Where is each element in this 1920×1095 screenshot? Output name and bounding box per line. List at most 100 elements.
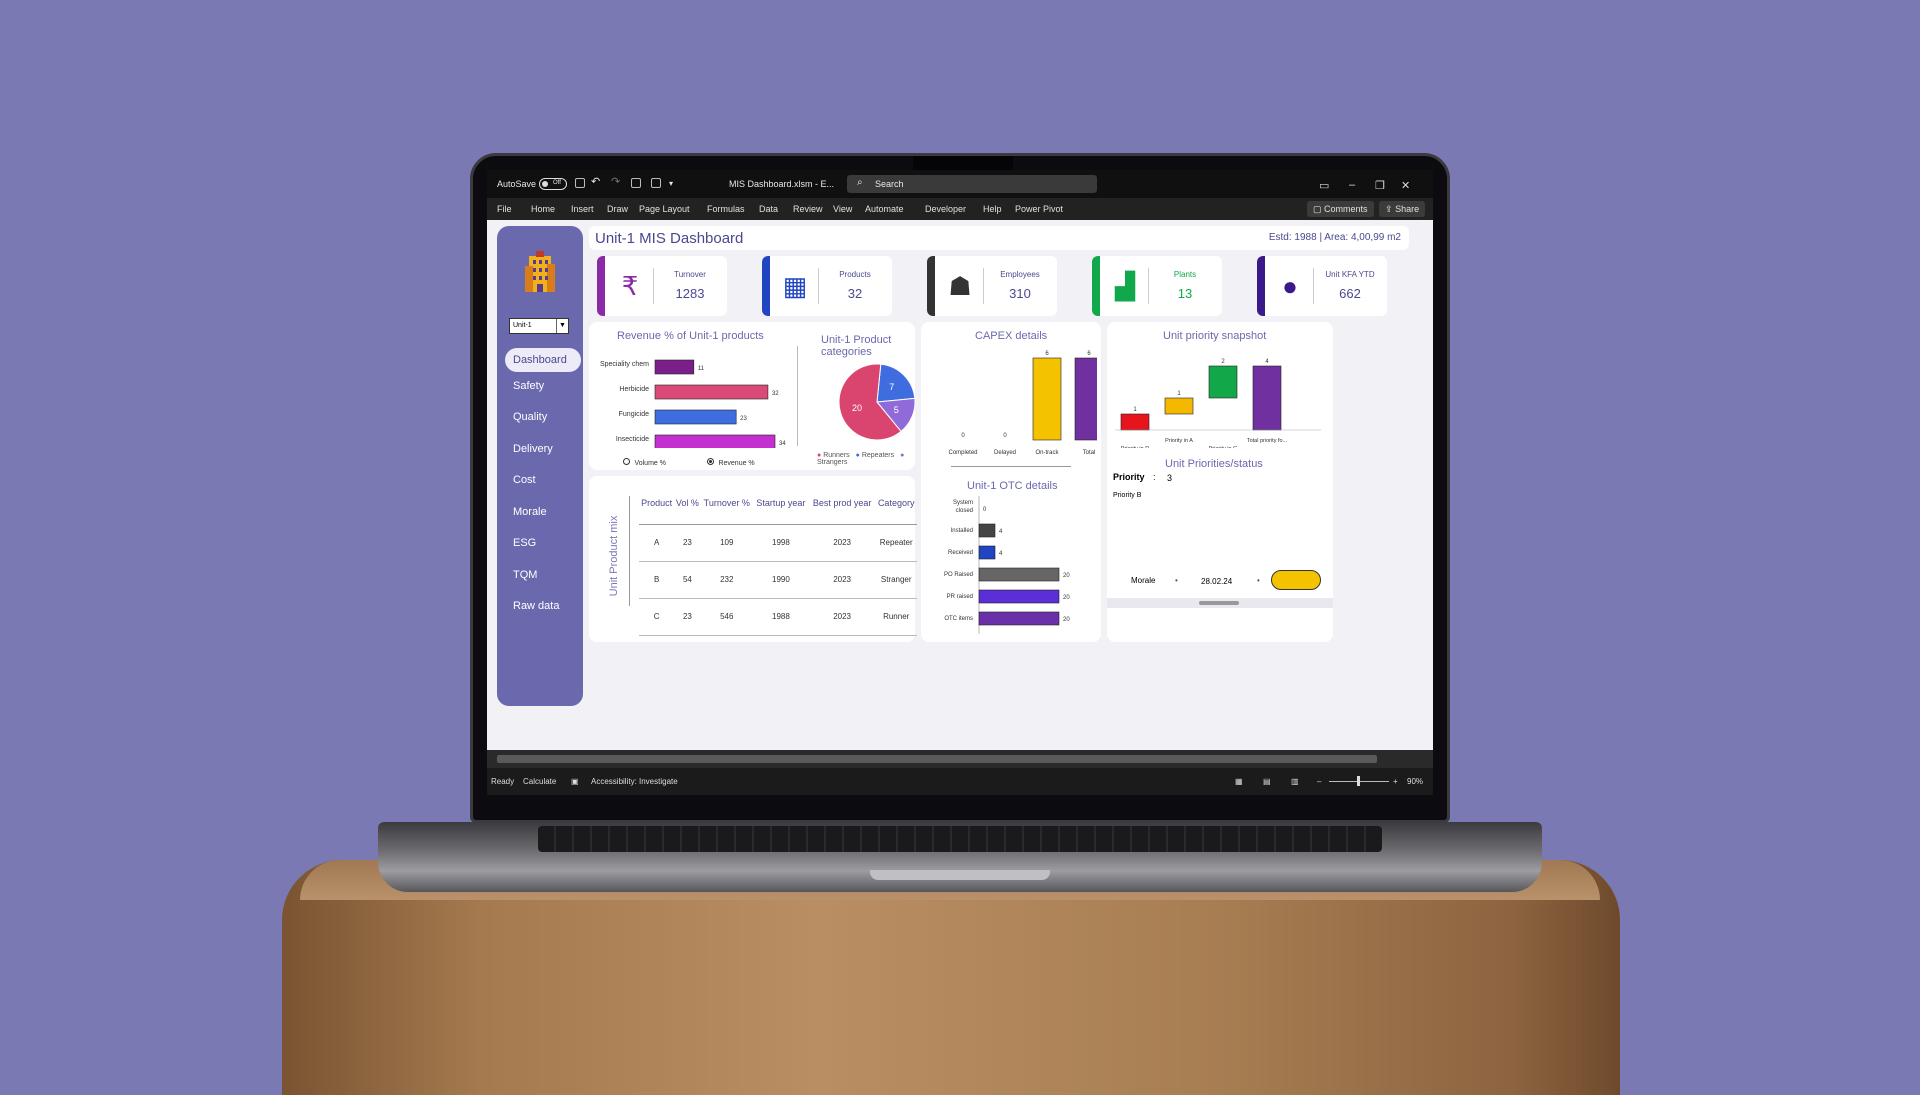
kpi-accent-bar: [1092, 256, 1100, 316]
sidebar-item-esg[interactable]: ESG: [513, 537, 536, 549]
divider: [983, 268, 984, 304]
table-cell: Repeater: [875, 524, 917, 562]
scrollbar-thumb[interactable]: [497, 755, 1377, 763]
tab-view[interactable]: View: [833, 204, 852, 214]
priority-value-label: 1: [1133, 407, 1137, 413]
share-label: Share: [1395, 204, 1420, 214]
zoom-slider-thumb[interactable]: [1357, 776, 1360, 786]
tab-developer[interactable]: Developer: [925, 204, 966, 214]
revenue-chart-title: Revenue % of Unit-1 products: [617, 330, 764, 342]
macro-icon[interactable]: ▣: [571, 777, 579, 786]
minimize-icon[interactable]: –: [1349, 179, 1355, 191]
ribbon-display-icon[interactable]: ▭: [1319, 179, 1329, 192]
sidebar-item-safety[interactable]: Safety: [513, 380, 544, 392]
table-cell: 546: [700, 598, 754, 636]
page-break-icon[interactable]: ▥: [1291, 777, 1299, 786]
search-input[interactable]: ⌕ Search: [847, 175, 1097, 193]
comment-icon: ▢: [1313, 204, 1322, 214]
tab-help[interactable]: Help: [983, 204, 1002, 214]
priority-value-label: 1: [1177, 391, 1181, 397]
accessibility-status[interactable]: Accessibility: Investigate: [591, 777, 678, 786]
tab-page-layout[interactable]: Page Layout: [639, 204, 690, 214]
sidebar-item-tqm[interactable]: TQM: [513, 569, 537, 581]
boxes-icon: ▦: [782, 271, 808, 301]
capex-bar-chart: 0 Completed 0 Delayed 6 On-track 6 Total: [948, 351, 1097, 456]
unit-info: Estd: 1988 | Area: 4,00,99 m2: [1268, 232, 1401, 243]
status-ready: Ready: [491, 777, 515, 786]
product-mix-table: Product Vol % Turnover % Startup year Best p…: [639, 482, 917, 636]
table-cell: 1998: [753, 524, 809, 562]
revenue-radio[interactable]: Revenue %: [707, 452, 755, 470]
sidebar-item-delivery[interactable]: Delivery: [513, 443, 553, 455]
scroll-thumb[interactable]: [1199, 601, 1239, 605]
pie-legend: ● Runners ● Repeaters ● Strangers: [817, 452, 915, 466]
table-cell: 54: [674, 561, 701, 599]
product-mix-card: Unit Product mix Product Vol % Turnover % S…: [589, 476, 917, 642]
sidebar-item-cost[interactable]: Cost: [513, 474, 536, 486]
capex-value-label: 0: [961, 433, 965, 439]
qat-more-icon[interactable]: ▾: [669, 179, 673, 188]
kpi-label: Plants: [1173, 270, 1197, 279]
otc-value-label: 4: [999, 529, 1003, 535]
horizontal-scrollbar[interactable]: [487, 750, 1433, 768]
product-mix-label-box: Unit Product mix: [599, 486, 629, 632]
sidebar-item-dashboard[interactable]: Dashboard: [505, 348, 581, 372]
tab-review[interactable]: Review: [793, 204, 823, 214]
normal-view-icon[interactable]: ▦: [1235, 777, 1243, 786]
comments-button[interactable]: ▢ Comments: [1307, 201, 1374, 217]
priority-waterfall-chart: 1 Priority in R 1 Priority in A 2 Priority in…: [1115, 359, 1321, 448]
format-icon[interactable]: [631, 178, 641, 188]
tab-automate[interactable]: Automate: [865, 204, 904, 214]
bar-value-label: 11: [698, 366, 705, 372]
table-row: B 54 232 1990 2023 Stranger: [639, 561, 917, 599]
tab-draw[interactable]: Draw: [607, 204, 628, 214]
sidebar-item-morale[interactable]: Morale: [513, 506, 547, 518]
priority-status-title: Unit Priorities/status: [1165, 458, 1263, 470]
undo-icon[interactable]: ↶: [591, 175, 600, 188]
trackpad-notch: [870, 870, 1050, 880]
kpi-card-plants: ▟ Plants 13: [1092, 256, 1222, 316]
border-icon[interactable]: [651, 178, 661, 188]
zoom-in-icon[interactable]: +: [1393, 777, 1398, 786]
save-icon[interactable]: [575, 178, 585, 188]
tab-file[interactable]: File: [497, 204, 512, 214]
kpi-value: 32: [847, 286, 863, 301]
zoom-out-icon[interactable]: –: [1317, 777, 1321, 786]
tab-data[interactable]: Data: [759, 204, 778, 214]
close-icon[interactable]: ✕: [1401, 179, 1410, 192]
table-cell: B: [639, 561, 675, 599]
otc-category-label: PO Raised: [944, 572, 973, 578]
legend-label: Strangers: [817, 459, 848, 466]
tab-power-pivot[interactable]: Power Pivot: [1015, 204, 1063, 214]
status-calculate[interactable]: Calculate: [523, 777, 556, 786]
divider: [818, 268, 819, 304]
kpi-accent-bar: [927, 256, 935, 316]
divider: [653, 268, 654, 304]
legend-label: Runners: [823, 452, 850, 459]
tab-insert[interactable]: Insert: [571, 204, 594, 214]
redo-icon[interactable]: ↷: [611, 175, 620, 188]
kpi-accent-bar: [1257, 256, 1265, 316]
kpi-card-employees: ☗ Employees 310: [927, 256, 1057, 316]
sidebar-item-raw-data[interactable]: Raw data: [513, 600, 559, 612]
zoom-level[interactable]: 90%: [1407, 777, 1423, 786]
table-cell: Runner: [875, 598, 917, 636]
volume-radio[interactable]: Volume %: [623, 452, 666, 470]
revenue-bar: [654, 359, 695, 375]
capex-category-label: Total: [1083, 450, 1096, 456]
capex-value-label: 6: [1045, 351, 1049, 357]
share-button[interactable]: ⇪ Share: [1379, 201, 1426, 217]
sidebar: Unit-1 ▼ Dashboard Safety Quality Delivery C…: [497, 226, 583, 706]
restore-icon[interactable]: ❐: [1375, 179, 1385, 192]
worksheet: Unit-1 ▼ Dashboard Safety Quality Delivery C…: [487, 220, 1433, 750]
page-title: Unit-1 MIS Dashboard: [595, 230, 744, 247]
page-layout-icon[interactable]: ▤: [1263, 777, 1271, 786]
revenue-bar-chart: Speciality chem 11 Herbicide 32 Fungicide 23 I…: [600, 359, 786, 448]
legend-dot-icon: ●: [900, 452, 905, 459]
sidebar-item-quality[interactable]: Quality: [513, 411, 547, 423]
tab-home[interactable]: Home: [531, 204, 555, 214]
unit-select[interactable]: Unit-1 ▼: [509, 318, 569, 334]
radio-icon: [623, 458, 630, 465]
revenue-bar: [654, 409, 737, 425]
tab-formulas[interactable]: Formulas: [707, 204, 745, 214]
